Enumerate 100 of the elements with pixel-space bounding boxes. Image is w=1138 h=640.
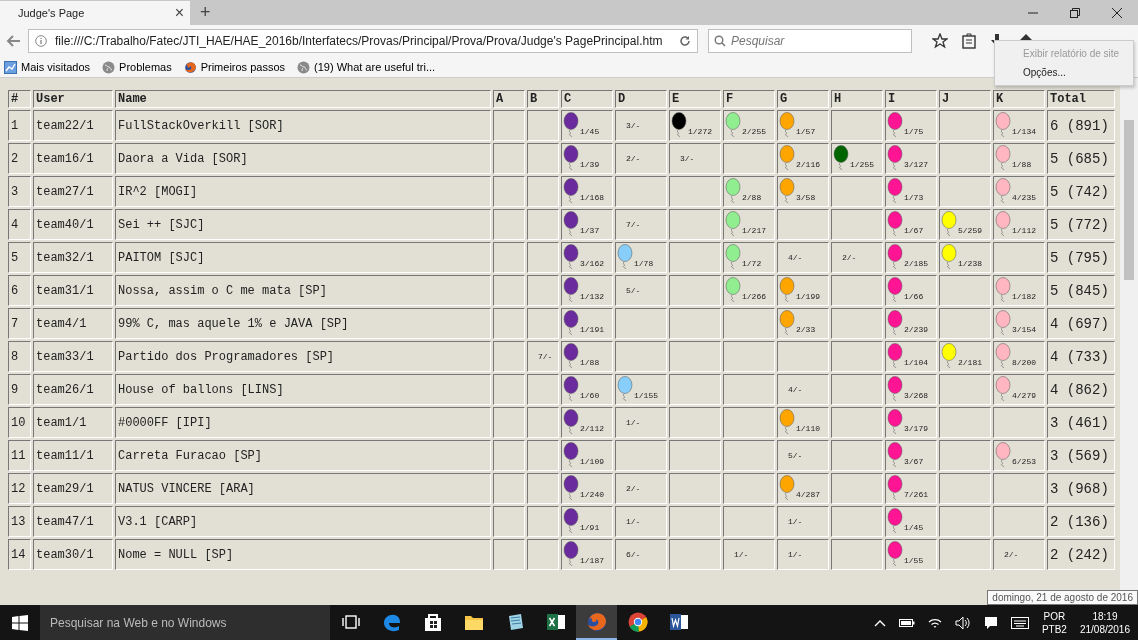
score-text: 1/104	[904, 357, 928, 369]
score-text: 2/88	[742, 192, 762, 204]
wifi-icon[interactable]	[927, 616, 942, 629]
url-text: file:///C:/Trabalho/Fatec/JTI_HAE/HAE_2016b/Interfatecs/Provas/Principal/Prova/Prova/Judge's PagePrincipal.htm	[55, 34, 664, 48]
bookmark-link[interactable]: Primeiros passos	[183, 60, 285, 74]
score-text: 1/45	[904, 522, 924, 534]
table-cell: FullStackOverkill [SOR]	[115, 110, 491, 141]
spreadsheet-icon[interactable]	[545, 611, 566, 632]
keyboard-icon[interactable]	[1010, 616, 1029, 629]
score-text: 4/235	[1012, 192, 1036, 204]
score-text: 1/155	[634, 390, 658, 402]
table-cell: 5	[8, 242, 31, 273]
score-text: 1/238	[958, 258, 982, 270]
bookmark-link[interactable]: Problemas	[102, 60, 172, 74]
windows-icon[interactable]	[12, 614, 28, 631]
bookmark-link[interactable]: Mais visitados	[4, 60, 91, 74]
score-text: 1/255	[850, 159, 874, 171]
search-icon	[714, 35, 726, 47]
score-text: 3/127	[904, 159, 928, 171]
column-header: E	[669, 90, 721, 108]
score-text: 1/88	[1012, 159, 1032, 171]
score-text: 1/110	[796, 423, 820, 435]
score-text: 1/240	[580, 489, 604, 501]
score-text: 2/239	[904, 324, 928, 336]
table-cell: House of ballons [LINS]	[115, 374, 491, 405]
score-text: 1/55	[904, 555, 924, 567]
score-text: 1/37	[580, 225, 600, 237]
close-tab-button[interactable]: ×	[174, 4, 184, 22]
menu-item[interactable]: Opções...	[995, 63, 1133, 82]
table-cell: 8	[8, 341, 31, 372]
table-cell: 2	[8, 143, 31, 174]
table-cell: 1/-	[615, 506, 667, 537]
browser-tab[interactable]: Judge's Page ×	[0, 1, 190, 25]
address-bar[interactable]: file:///C:/Trabalho/Fatec/JTI_HAE/HAE_2016b/Interfatecs/Provas/Principal/Prova/Prova/Judge's PagePrincipal.htm	[28, 29, 698, 53]
taskbar-search-field[interactable]: Pesquisar na Web e no Windows	[40, 605, 330, 640]
table-cell: 2 (136)	[1047, 506, 1115, 537]
column-header: C	[561, 90, 613, 108]
score-text: 3/67	[904, 456, 924, 468]
language-indicator[interactable]: PTB2	[1041, 622, 1067, 636]
star-icon[interactable]	[932, 33, 948, 49]
table-cell: 2/-	[615, 143, 667, 174]
column-header: Total	[1047, 90, 1115, 108]
task-view-icon[interactable]	[341, 614, 360, 629]
score-text: 1/57	[796, 126, 816, 138]
table-cell: team1/1	[33, 407, 113, 438]
info-icon	[35, 35, 47, 47]
column-header: B	[527, 90, 559, 108]
score-text: 1/78	[634, 258, 654, 270]
table-cell: team16/1	[33, 143, 113, 174]
table-cell: 2/-	[615, 473, 667, 504]
clock-time[interactable]: 18:19	[1092, 609, 1118, 623]
table-cell: 7/-	[615, 209, 667, 240]
table-cell: team22/1	[33, 110, 113, 141]
clock-date[interactable]: 21/08/2016	[1079, 622, 1130, 636]
score-text: 2/185	[904, 258, 928, 270]
table-cell: PAITOM [SJC]	[115, 242, 491, 273]
score-text: 1/67	[904, 225, 924, 237]
tab-title: Judge's Page	[18, 7, 85, 19]
reload-icon[interactable]	[679, 35, 691, 47]
column-header: #	[8, 90, 31, 108]
bookmark-link[interactable]: (19) What are useful tri...	[297, 60, 436, 74]
table-cell: V3.1 [CARP]	[115, 506, 491, 537]
tooltip: domingo, 21 de agosto de 2016	[987, 590, 1138, 605]
notification-icon[interactable]	[983, 615, 998, 630]
battery-icon[interactable]	[898, 617, 915, 628]
table-cell: Daora a Vida [SOR]	[115, 143, 491, 174]
score-text: 2/255	[742, 126, 766, 138]
table-cell: 5 (845)	[1047, 275, 1115, 306]
table-cell: 2/-	[831, 242, 883, 273]
score-text: 1/182	[1012, 291, 1036, 303]
clipboard-icon[interactable]	[962, 33, 976, 49]
speaker-icon[interactable]	[954, 615, 971, 630]
new-tab-button[interactable]: +	[196, 2, 215, 23]
bag-icon[interactable]	[423, 611, 442, 632]
table-cell: Carreta Furacao [SP]	[115, 440, 491, 471]
table-cell: Nome = NULL [SP]	[115, 539, 491, 570]
chrome-icon[interactable]	[626, 610, 649, 633]
document-icon[interactable]	[668, 611, 689, 632]
table-cell: Sei ++ [SJC]	[115, 209, 491, 240]
restore-icon[interactable]	[1070, 7, 1080, 18]
score-text: 1/39	[580, 159, 600, 171]
table-cell: 12	[8, 473, 31, 504]
close-icon[interactable]	[1112, 7, 1122, 18]
table-cell: team47/1	[33, 506, 113, 537]
score-text: 7/261	[904, 489, 928, 501]
table-cell: 99% C, mas aquele 1% e JAVA [SP]	[115, 308, 491, 339]
column-header: G	[777, 90, 829, 108]
table-cell: 5 (772)	[1047, 209, 1115, 240]
table-cell: 4/-	[777, 374, 829, 405]
table-cell: team31/1	[33, 275, 113, 306]
search-field[interactable]: Pesquisar	[708, 29, 912, 53]
chevron-up-icon[interactable]	[873, 618, 886, 627]
score-text: 1/88	[580, 357, 600, 369]
table-cell: 4	[8, 209, 31, 240]
table-cell: 4/-	[777, 242, 829, 273]
table-cell: 2/-	[993, 539, 1045, 570]
table-cell: team32/1	[33, 242, 113, 273]
firefox-icon[interactable]	[585, 610, 608, 633]
back-icon[interactable]	[6, 33, 22, 49]
language-indicator[interactable]: POR	[1043, 609, 1066, 623]
